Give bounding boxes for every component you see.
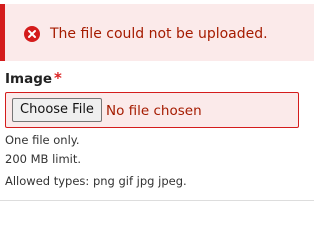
file-size-description: 200 MB limit. [5,152,82,166]
image-file-input[interactable]: Choose File No file chosen [5,92,299,128]
error-message-text: The file could not be uploaded. [50,26,268,42]
file-types-description: Allowed types: png gif jpg jpeg. [5,174,187,188]
error-message: The file could not be uploaded. [0,4,314,61]
divider [0,200,314,201]
file-status-text: No file chosen [106,103,202,119]
image-field-label: Image * [5,69,62,88]
file-count-description: One file only. [5,133,80,147]
error-circle-x-icon [24,26,40,42]
required-marker: * [54,69,62,87]
choose-file-button[interactable]: Choose File [12,98,102,122]
image-label-text: Image [5,71,53,87]
